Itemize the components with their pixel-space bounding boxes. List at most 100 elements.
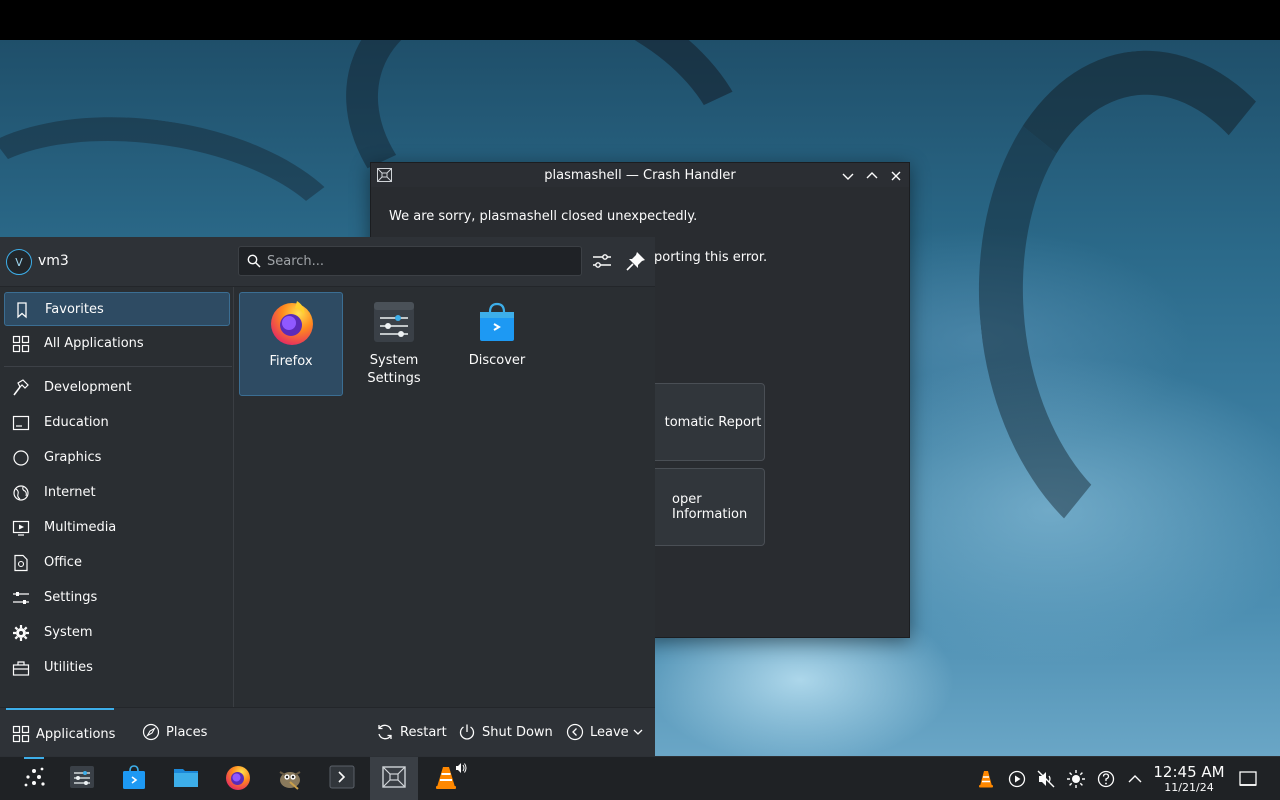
leave-icon <box>566 723 584 741</box>
app-label: Firefox <box>269 354 313 369</box>
chevron-up-icon[interactable] <box>863 167 881 185</box>
sidebar-item-favorites[interactable]: Favorites <box>4 292 230 326</box>
launcher-header: V vm3 <box>0 237 655 287</box>
file-manager-icon <box>174 769 198 787</box>
leave-button[interactable]: Leave <box>566 708 648 756</box>
crash-message: We are sorry, plasmashell closed unexpec… <box>389 209 698 224</box>
sidebar-item-office[interactable]: Office <box>4 546 230 580</box>
hammer-icon <box>13 379 29 396</box>
grid-icon <box>12 725 30 743</box>
developer-information-label: oper Information <box>672 492 748 522</box>
graphics-icon <box>13 450 29 466</box>
shutdown-button[interactable]: Shut Down <box>458 708 554 756</box>
search-icon <box>247 254 261 268</box>
sidebar-item-label: Development <box>44 380 132 395</box>
taskbar-system-settings[interactable] <box>58 757 106 800</box>
sidebar-item-label: Internet <box>44 485 96 500</box>
application-launcher: V vm3 Favorites <box>0 237 655 756</box>
globe-icon <box>13 485 29 501</box>
leave-label: Leave <box>590 725 629 740</box>
taskbar-file-manager[interactable] <box>162 757 210 800</box>
taskbar-firefox[interactable] <box>214 757 262 800</box>
sidebar-item-label: Office <box>44 555 82 570</box>
wallpaper-shape <box>953 40 1280 588</box>
category-sidebar: Favorites All Applications Development E… <box>0 287 234 707</box>
toolbox-icon <box>12 661 30 676</box>
application-launcher-button[interactable] <box>10 757 58 800</box>
sidebar-item-label: System <box>44 625 93 640</box>
crash-titlebar[interactable]: plasmashell — Crash Handler <box>371 163 909 187</box>
app-tile-discover[interactable]: Discover <box>445 292 549 396</box>
restart-icon <box>378 724 392 740</box>
taskbar-crash-handler[interactable] <box>370 757 418 800</box>
sidebar-item-system[interactable]: System <box>4 616 230 650</box>
sidebar-item-label: Graphics <box>44 450 102 465</box>
help-icon[interactable] <box>1096 769 1116 789</box>
sidebar-item-internet[interactable]: Internet <box>4 476 230 510</box>
tab-places-label: Places <box>166 725 208 740</box>
sliders-icon <box>13 592 29 604</box>
terminal-icon <box>329 765 355 789</box>
restart-button[interactable]: Restart <box>376 708 448 756</box>
sidebar-item-label: Favorites <box>45 302 104 317</box>
sidebar-item-utilities[interactable]: Utilities <box>4 651 230 685</box>
active-indicator <box>24 757 44 759</box>
discover-icon <box>480 302 514 341</box>
power-icon <box>459 724 475 740</box>
sidebar-item-settings[interactable]: Settings <box>4 581 230 615</box>
show-desktop-icon[interactable] <box>1238 769 1258 789</box>
app-label: Discover <box>468 353 526 368</box>
sidebar-item-label: Utilities <box>44 660 93 675</box>
gimp-icon <box>279 771 301 790</box>
sidebar-item-label: Education <box>44 415 109 430</box>
launcher-footer: Applications Places Restart Shut Down Le… <box>0 707 655 756</box>
user-name: vm3 <box>38 253 69 269</box>
brightness-icon[interactable] <box>1066 769 1086 789</box>
discover-icon <box>123 765 145 789</box>
crash-handler-icon <box>382 766 406 788</box>
speaker-badge-icon <box>456 763 467 773</box>
sidebar-item-label: All Applications <box>44 336 144 351</box>
tab-applications[interactable]: Applications <box>6 708 116 756</box>
vlc-tray-icon[interactable] <box>976 769 996 789</box>
search-field[interactable] <box>238 246 582 276</box>
sidebar-item-development[interactable]: Development <box>4 371 230 405</box>
education-icon <box>12 415 30 431</box>
taskbar-gimp[interactable] <box>266 757 314 800</box>
grid-icon <box>12 335 30 353</box>
app-label: System Settings <box>367 353 421 386</box>
taskbar-vlc[interactable] <box>422 757 470 800</box>
restart-label: Restart <box>400 725 447 740</box>
avatar[interactable]: V <box>6 249 32 275</box>
bookmark-icon <box>17 302 27 319</box>
chevron-down-icon[interactable] <box>839 167 857 185</box>
sidebar-item-all-applications[interactable]: All Applications <box>4 327 230 361</box>
taskbar-discover[interactable] <box>110 757 158 800</box>
multimedia-icon <box>12 520 30 536</box>
sidebar-divider <box>4 366 232 367</box>
crash-title: plasmashell — Crash Handler <box>544 168 736 183</box>
pin-icon[interactable] <box>624 249 648 273</box>
system-settings-icon <box>374 302 414 342</box>
media-player-icon[interactable] <box>1007 769 1027 789</box>
search-input[interactable] <box>267 247 567 275</box>
clock-date[interactable]: 11/21/24 <box>1148 781 1230 794</box>
chevron-down-icon <box>633 729 643 735</box>
configure-icon[interactable] <box>590 249 614 273</box>
sidebar-item-label: Settings <box>44 590 98 605</box>
sidebar-item-multimedia[interactable]: Multimedia <box>4 511 230 545</box>
taskbar-terminal[interactable] <box>318 757 366 800</box>
top-black-bar <box>0 0 1280 40</box>
clock-time[interactable]: 12:45 AM <box>1148 763 1230 781</box>
sidebar-item-education[interactable]: Education <box>4 406 230 440</box>
close-icon[interactable] <box>887 167 905 185</box>
volume-muted-icon[interactable] <box>1036 769 1056 789</box>
expand-tray-icon[interactable] <box>1125 769 1145 789</box>
tab-applications-label: Applications <box>36 727 116 742</box>
sidebar-item-graphics[interactable]: Graphics <box>4 441 230 475</box>
app-tile-system-settings[interactable]: System Settings <box>342 292 446 396</box>
cog-icon <box>13 625 29 641</box>
tab-places[interactable]: Places <box>140 708 220 756</box>
app-tile-firefox[interactable]: Firefox <box>239 292 343 396</box>
system-settings-icon <box>70 766 94 788</box>
